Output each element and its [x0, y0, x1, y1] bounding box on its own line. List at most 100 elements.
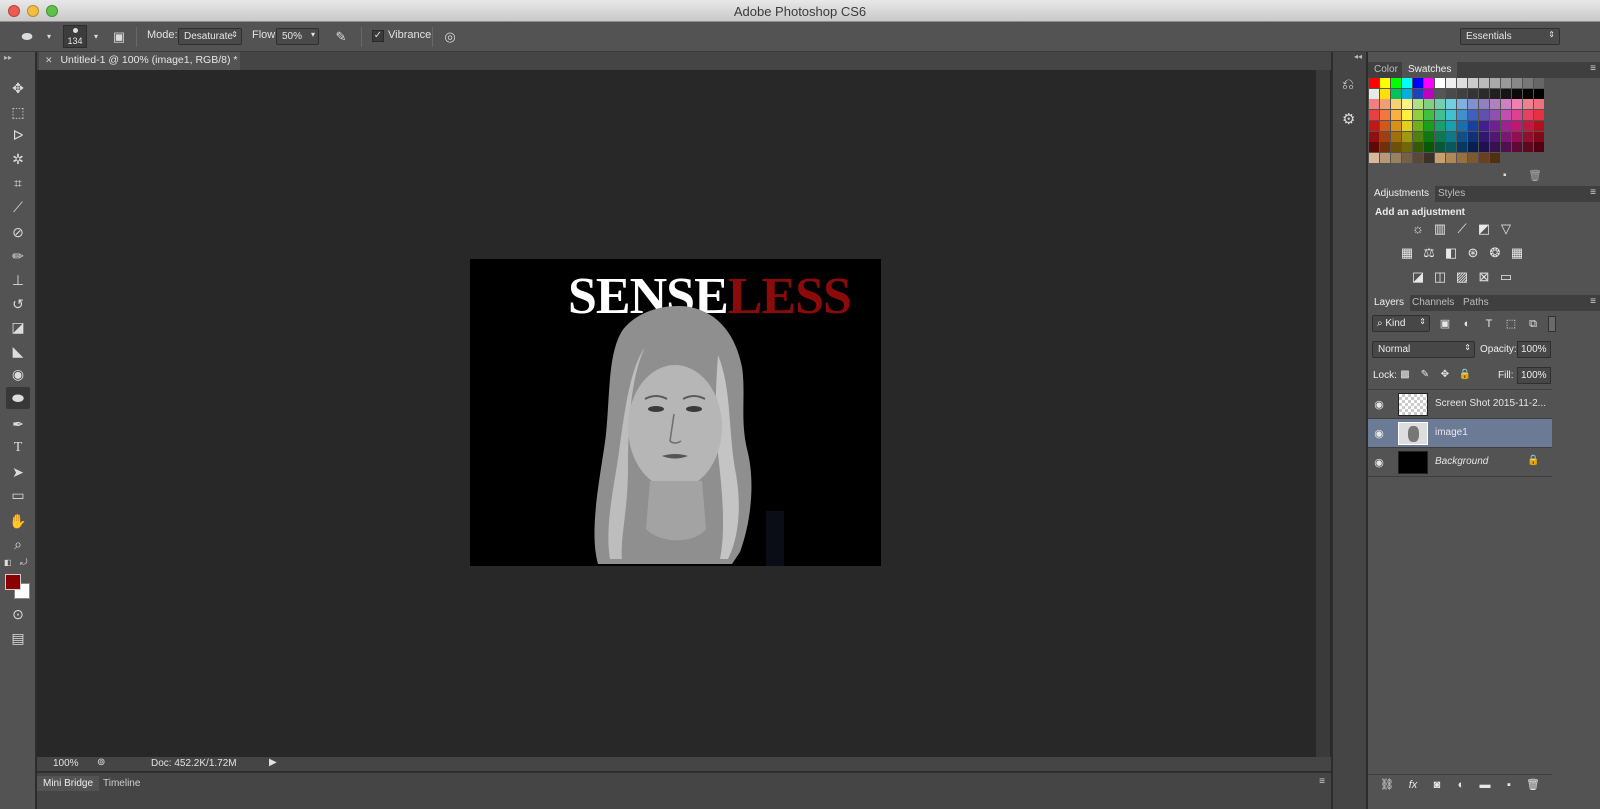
swatch[interactable]	[1413, 152, 1423, 163]
swatch[interactable]	[1380, 99, 1390, 110]
swatch[interactable]	[1391, 88, 1401, 99]
swatch[interactable]	[1402, 120, 1412, 131]
swatch[interactable]	[1501, 142, 1511, 153]
marquee-icon[interactable]: ⬚	[6, 101, 30, 123]
path-select-icon[interactable]: ➤	[6, 461, 30, 483]
swap-colors-icon[interactable]: ⤾	[20, 557, 28, 568]
swatch[interactable]	[1490, 142, 1500, 153]
swatch[interactable]	[1413, 78, 1423, 88]
swatch[interactable]	[1391, 120, 1401, 131]
new-group-icon[interactable]: ▬	[1476, 776, 1494, 794]
type-icon[interactable]: T	[6, 437, 30, 459]
swatch[interactable]	[1490, 131, 1500, 142]
swatch[interactable]	[1457, 152, 1467, 163]
canvas-area[interactable]: SENSELESS	[37, 70, 1331, 757]
swatch[interactable]	[1490, 110, 1500, 121]
swatch[interactable]	[1380, 120, 1390, 131]
swatch[interactable]	[1380, 131, 1390, 142]
swatch[interactable]	[1534, 78, 1544, 88]
swatch[interactable]	[1413, 120, 1423, 131]
swatch[interactable]	[1501, 120, 1511, 131]
eraser-icon[interactable]: ◪	[6, 316, 30, 338]
swatch[interactable]	[1424, 88, 1434, 99]
swatch[interactable]	[1380, 110, 1390, 121]
visibility-eye-icon[interactable]: ◉	[1372, 456, 1386, 469]
swatch[interactable]	[1490, 120, 1500, 131]
panel-menu-icon[interactable]: ≡	[1319, 776, 1325, 787]
threshold-icon[interactable]: ▨	[1453, 268, 1471, 286]
swatch[interactable]	[1523, 110, 1533, 121]
rectangle-icon[interactable]: ▭	[6, 484, 30, 506]
swatch[interactable]	[1479, 142, 1489, 153]
layer-style-icon[interactable]: fx	[1404, 776, 1422, 794]
swatch[interactable]	[1435, 120, 1445, 131]
swatch[interactable]	[1424, 120, 1434, 131]
quick-mask-icon[interactable]: ⊙	[6, 603, 30, 625]
swatch[interactable]	[1380, 78, 1390, 88]
flow-input[interactable]: 50% ▾	[276, 28, 319, 45]
screen-mode-icon[interactable]: ▤	[6, 627, 30, 649]
panel-menu-icon[interactable]: ≡	[1590, 63, 1596, 74]
invert-icon[interactable]: ◪	[1409, 268, 1427, 286]
swatch[interactable]	[1457, 142, 1467, 153]
swatch[interactable]	[1380, 142, 1390, 153]
swatch[interactable]	[1468, 142, 1478, 153]
black-white-icon[interactable]: ◧	[1442, 244, 1460, 262]
swatch[interactable]	[1479, 152, 1489, 163]
swatch[interactable]	[1479, 99, 1489, 110]
swatch[interactable]	[1446, 78, 1456, 88]
swatch[interactable]	[1402, 142, 1412, 153]
lock-pixels-icon[interactable]: ✎	[1416, 366, 1434, 384]
swatch[interactable]	[1479, 110, 1489, 121]
new-adjustment-layer-icon[interactable]: ◐	[1452, 776, 1470, 794]
swatch[interactable]	[1391, 152, 1401, 163]
dock-collapse-icon[interactable]: ◂◂	[1354, 52, 1362, 61]
filter-type-icon[interactable]: T	[1480, 315, 1498, 333]
swatch[interactable]	[1402, 110, 1412, 121]
panel-menu-icon[interactable]: ≡	[1590, 296, 1596, 307]
brush-panel-toggle-icon[interactable]: ▣	[110, 28, 128, 46]
swatch[interactable]	[1523, 131, 1533, 142]
swatch[interactable]	[1446, 152, 1456, 163]
swatch[interactable]	[1424, 110, 1434, 121]
swatch[interactable]	[1534, 99, 1544, 110]
lock-position-icon[interactable]: ✥	[1436, 366, 1454, 384]
move-icon[interactable]: ✥	[6, 77, 30, 99]
swatch[interactable]	[1501, 88, 1511, 99]
swatch[interactable]	[1512, 110, 1522, 121]
sponge-tool-preset-icon[interactable]: ⬬	[18, 28, 36, 46]
zoom-icon[interactable]: ⌕	[6, 533, 30, 555]
posterize-icon[interactable]: ◫	[1431, 268, 1449, 286]
swatch[interactable]	[1457, 88, 1467, 99]
swatch[interactable]	[1523, 142, 1533, 153]
swatch[interactable]	[1534, 88, 1544, 99]
delete-layer-icon[interactable]: 🗑	[1524, 776, 1542, 794]
swatch[interactable]	[1369, 120, 1379, 131]
swatch[interactable]	[1534, 120, 1544, 131]
swatch[interactable]	[1391, 131, 1401, 142]
swatch[interactable]	[1446, 99, 1456, 110]
swatch[interactable]	[1413, 99, 1423, 110]
history-panel-icon[interactable]: ⎌	[1342, 76, 1354, 93]
swatch[interactable]	[1435, 88, 1445, 99]
vibrance-checkbox[interactable]: ✓	[372, 30, 384, 42]
swatch[interactable]	[1435, 78, 1445, 88]
filter-pixel-icon[interactable]: ▣	[1436, 315, 1454, 333]
eyedropper-icon[interactable]: ⟋	[6, 196, 30, 218]
zoom-level[interactable]: 100%	[53, 758, 79, 769]
stamp-icon[interactable]: ⊥	[6, 269, 30, 291]
channel-mixer-icon[interactable]: ❂	[1486, 244, 1504, 262]
swatch[interactable]	[1512, 99, 1522, 110]
swatch[interactable]	[1457, 120, 1467, 131]
tab-adjustments[interactable]: Adjustments	[1368, 186, 1436, 202]
swatch[interactable]	[1468, 120, 1478, 131]
swatch[interactable]	[1534, 110, 1544, 121]
color-balance-icon[interactable]: ⚖	[1420, 244, 1438, 262]
tab-color[interactable]: Color	[1368, 62, 1404, 78]
new-swatch-icon[interactable]: ▪	[1503, 170, 1507, 181]
swatch[interactable]	[1402, 99, 1412, 110]
filter-adjustment-icon[interactable]: ◐	[1458, 315, 1476, 333]
swatch[interactable]	[1490, 99, 1500, 110]
swatch[interactable]	[1446, 131, 1456, 142]
chevron-down-icon[interactable]: ▾	[40, 28, 58, 46]
